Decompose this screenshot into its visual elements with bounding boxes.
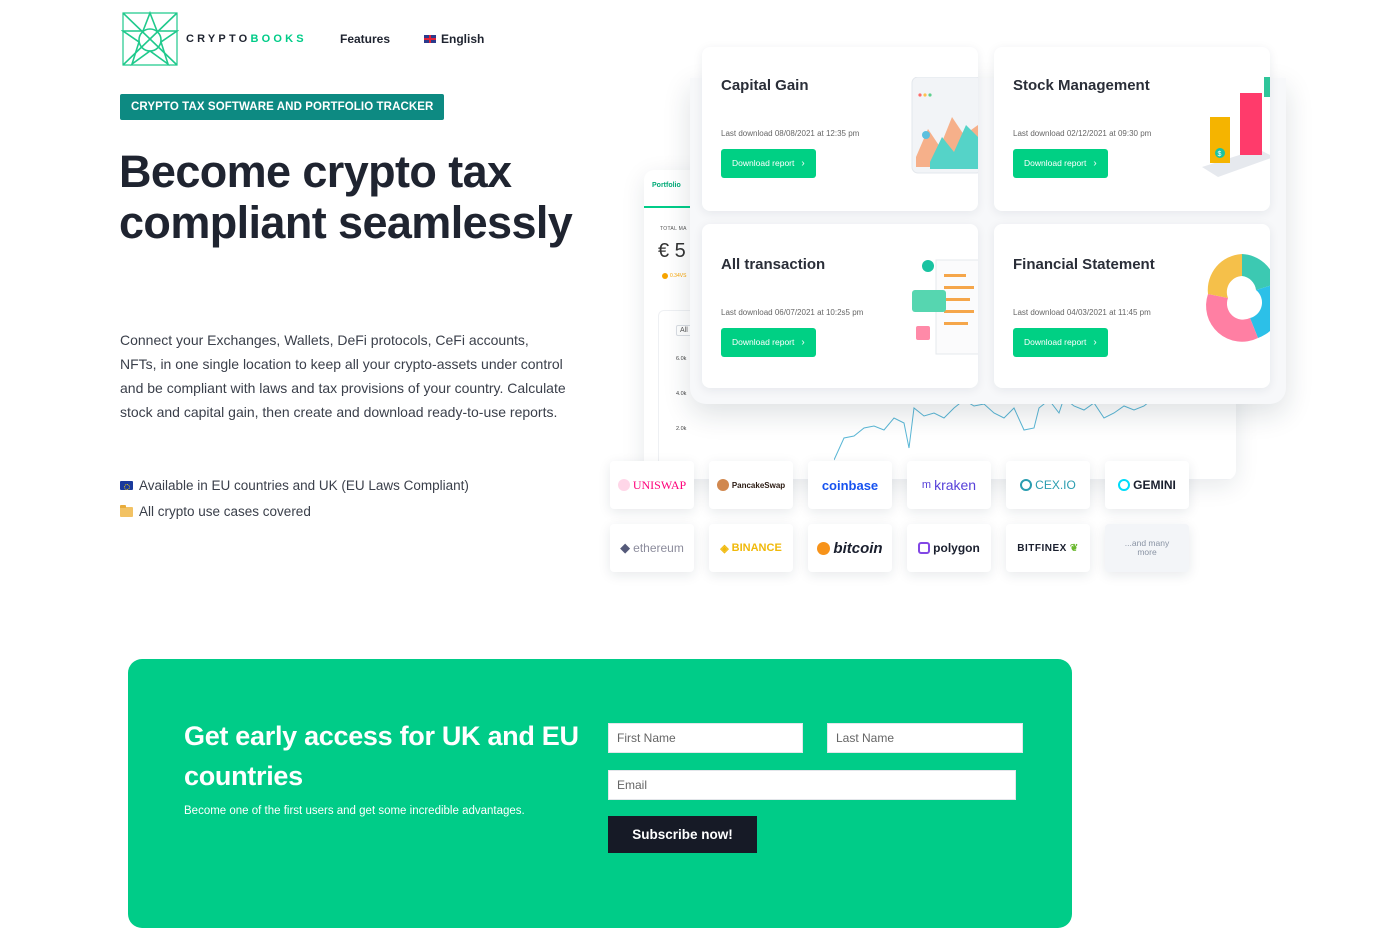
exchange-name: UNISWAP: [632, 477, 687, 492]
bitcoin-icon: [817, 541, 831, 555]
last-name-field[interactable]: [827, 723, 1023, 753]
more-exchanges-tile: ...and many more: [1105, 524, 1189, 572]
coin-label: 0.34VS: [670, 273, 687, 279]
exchange-name: polygon: [933, 541, 980, 555]
y-tick: 4.0k: [676, 391, 687, 397]
uk-flag-icon: [424, 35, 436, 43]
report-card-all-transaction: All transaction Last download 06/07/2021…: [702, 224, 978, 388]
exchange-name: BINANCE: [731, 542, 782, 554]
signup-title: Get early access for UK and EU countries: [184, 721, 579, 791]
early-access-signup: Get early access for UK and EU countries…: [128, 659, 1072, 928]
feature-use-cases: All crypto use cases covered: [120, 504, 311, 519]
download-report-button[interactable]: Download report ›: [1013, 328, 1108, 357]
subscribe-button[interactable]: Subscribe now!: [608, 816, 757, 853]
unicorn-icon: [617, 479, 630, 491]
bitcoin-logo: bitcoin: [808, 524, 892, 572]
report-last-download: Last download 06/07/2021 at 10:2s5 pm: [721, 308, 864, 317]
download-report-button[interactable]: Download report ›: [721, 149, 816, 178]
nav-features-link[interactable]: Features: [340, 32, 390, 46]
coinbase-logo: coinbase: [808, 461, 892, 509]
feature-eu-compliance: Available in EU countries and UK (EU Law…: [120, 478, 469, 493]
language-selector[interactable]: English: [424, 32, 484, 46]
logo-wordmark[interactable]: CRYPTOBOOKS: [186, 33, 307, 45]
exchange-name: bitcoin: [833, 539, 883, 557]
folder-icon: [120, 504, 133, 517]
logo-text-accent: BOOKS: [250, 33, 307, 45]
report-card-financial-statement: Financial Statement Last download 04/03/…: [994, 224, 1270, 388]
bitfinex-logo: BITFINEX ❦: [1006, 524, 1090, 572]
chevron-right-icon: ›: [801, 337, 805, 348]
exchange-name: GEMINI: [1133, 478, 1176, 492]
ethereum-logo: ◆ ethereum: [610, 524, 694, 572]
pancakeswap-logo: PancakeSwap: [709, 461, 793, 509]
total-label: TOTAL MA: [660, 226, 687, 232]
report-last-download: Last download 02/12/2021 at 09:30 pm: [1013, 129, 1152, 138]
gemini-logo: GEMINI: [1105, 461, 1189, 509]
button-label: Download report: [1024, 158, 1087, 168]
exchange-name: CEX.IO: [1035, 478, 1076, 492]
polygon-logo: polygon: [907, 524, 991, 572]
gemini-icon: [1118, 479, 1131, 491]
leaf-icon: ❦: [1069, 542, 1079, 554]
coin-icon: [662, 273, 668, 279]
download-report-button[interactable]: Download report ›: [721, 328, 816, 357]
report-last-download: Last download 04/03/2021 at 11:45 pm: [1013, 308, 1151, 317]
cexio-icon: [1020, 479, 1033, 491]
y-tick: 6.0k: [676, 356, 687, 362]
tab-portfolio: Portfolio: [652, 182, 681, 189]
language-label: English: [441, 32, 485, 46]
exchange-name: ethereum: [633, 541, 684, 555]
cexio-logo: CEX.IO: [1006, 461, 1090, 509]
report-title: All transaction: [721, 256, 826, 273]
y-tick: 2.0k: [676, 426, 687, 432]
binance-icon: ◈: [720, 542, 729, 555]
logo-text-dark: CRYPTO: [186, 33, 251, 45]
binance-logo: ◈ BINANCE: [709, 524, 793, 572]
ethereum-icon: ◆: [620, 540, 631, 555]
signup-subtitle: Become one of the first users and get so…: [184, 805, 525, 817]
first-name-field[interactable]: [608, 723, 803, 753]
tab-underline: [644, 206, 690, 208]
report-card-stock-management: Stock Management Last download 02/12/202…: [994, 47, 1270, 211]
exchange-name: coinbase: [821, 477, 879, 493]
bar-chart-illustration-icon: $: [1202, 77, 1270, 177]
feature-label: All crypto use cases covered: [139, 504, 311, 519]
eu-flag-icon: [120, 481, 133, 490]
uniswap-logo: UNISWAP: [610, 461, 694, 509]
svg-text:$: $: [1218, 151, 1222, 158]
chevron-right-icon: ›: [1093, 337, 1097, 348]
button-label: Download report: [732, 337, 795, 347]
email-field[interactable]: [608, 770, 1016, 800]
cryptobooks-logo-icon[interactable]: [121, 11, 179, 67]
area-chart-illustration-icon: [911, 77, 978, 174]
report-title: Stock Management: [1013, 77, 1150, 94]
hero-title: Become crypto tax compliant seamlessly: [119, 146, 573, 248]
bunny-icon: [716, 479, 729, 491]
exchange-name: kraken: [934, 477, 977, 493]
report-last-download: Last download 08/08/2021 at 12:35 pm: [721, 129, 860, 138]
feature-label: Available in EU countries and UK (EU Law…: [139, 478, 469, 493]
download-report-button[interactable]: Download report ›: [1013, 149, 1108, 178]
kraken-icon: m: [921, 479, 932, 491]
report-card-capital-gain: Capital Gain Last download 08/08/2021 at…: [702, 47, 978, 211]
chevron-right-icon: ›: [801, 158, 805, 169]
report-title: Capital Gain: [721, 77, 809, 94]
exchange-name: PancakeSwap: [731, 480, 786, 490]
total-value: € 5: [658, 240, 686, 262]
hero-badge: CRYPTO TAX SOFTWARE AND PORTFOLIO TRACKE…: [120, 94, 445, 120]
donut-chart-illustration-icon: [1206, 254, 1270, 342]
report-title: Financial Statement: [1013, 256, 1155, 273]
chevron-right-icon: ›: [1093, 158, 1097, 169]
button-label: Download report: [1024, 337, 1087, 347]
polygon-icon: [918, 542, 931, 554]
kraken-logo: m kraken: [907, 461, 991, 509]
hero-description: Connect your Exchanges, Wallets, DeFi pr…: [120, 332, 566, 420]
exchange-name: BITFINEX: [1017, 542, 1067, 554]
button-label: Download report: [732, 158, 795, 168]
receipt-illustration-icon: [912, 259, 978, 355]
